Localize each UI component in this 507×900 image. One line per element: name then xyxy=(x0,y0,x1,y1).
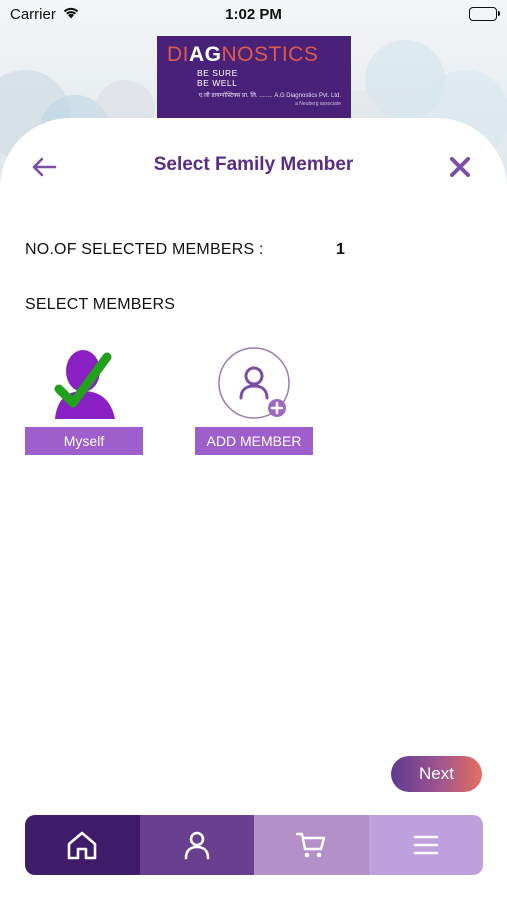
add-person-icon xyxy=(218,347,292,421)
status-bar: Carrier 1:02 PM xyxy=(0,0,507,28)
member-label-myself: Myself xyxy=(25,427,143,455)
cart-icon xyxy=(296,832,326,858)
page-header: Select Family Member xyxy=(0,145,507,187)
selected-count-label: NO.OF SELECTED MEMBERS : xyxy=(25,241,264,258)
member-card-myself[interactable]: Myself xyxy=(25,345,143,457)
next-button[interactable]: Next xyxy=(391,756,482,792)
selected-count-value: 1 xyxy=(336,241,345,258)
bottom-tab-bar xyxy=(25,815,483,875)
page-title: Select Family Member xyxy=(153,154,354,175)
close-button[interactable] xyxy=(444,151,476,183)
tab-menu[interactable] xyxy=(368,815,483,875)
add-member-card[interactable]: ADD MEMBER xyxy=(195,347,313,457)
carrier-label: Carrier xyxy=(10,5,56,23)
close-icon xyxy=(450,157,470,177)
user-icon xyxy=(184,831,210,860)
tab-cart[interactable] xyxy=(254,815,369,875)
select-members-label: SELECT MEMBERS xyxy=(25,296,176,313)
tab-profile[interactable] xyxy=(139,815,254,875)
person-checked-icon xyxy=(53,345,117,423)
battery-icon xyxy=(469,7,500,21)
brand-logo: DIAGNOSTICS BE SURE BE WELL ए.जी डायग्नोस… xyxy=(157,36,351,118)
home-icon xyxy=(67,831,97,860)
menu-icon xyxy=(413,835,439,855)
add-member-button[interactable]: ADD MEMBER xyxy=(195,427,313,455)
tab-home[interactable] xyxy=(25,815,140,875)
wifi-icon xyxy=(62,6,80,23)
